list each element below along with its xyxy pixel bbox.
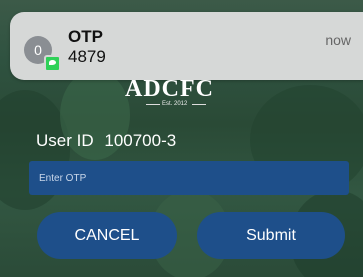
otp-input[interactable] [29, 161, 349, 195]
brand-logo: ADCFC [125, 76, 214, 102]
logo-divider [192, 104, 206, 105]
notification-title: OTP [68, 27, 103, 46]
submit-button[interactable]: Submit [197, 212, 345, 259]
notification-time: now [325, 32, 351, 48]
messages-app-icon [44, 55, 61, 72]
cancel-button[interactable]: CANCEL [37, 212, 177, 259]
logo-subtext: Est. 2012 [162, 101, 188, 107]
otp-notification[interactable]: 0 OTP 4879 now [10, 12, 363, 80]
user-id-label: User ID [36, 131, 94, 150]
user-id-value: 100700-3 [104, 131, 177, 150]
logo-divider [146, 104, 160, 105]
login-screen: 0 OTP 4879 now ADCFC Est. 2012 User ID 1… [0, 0, 363, 277]
notification-body: 4879 [68, 47, 106, 66]
user-id-row: User ID 100700-3 [36, 131, 176, 151]
